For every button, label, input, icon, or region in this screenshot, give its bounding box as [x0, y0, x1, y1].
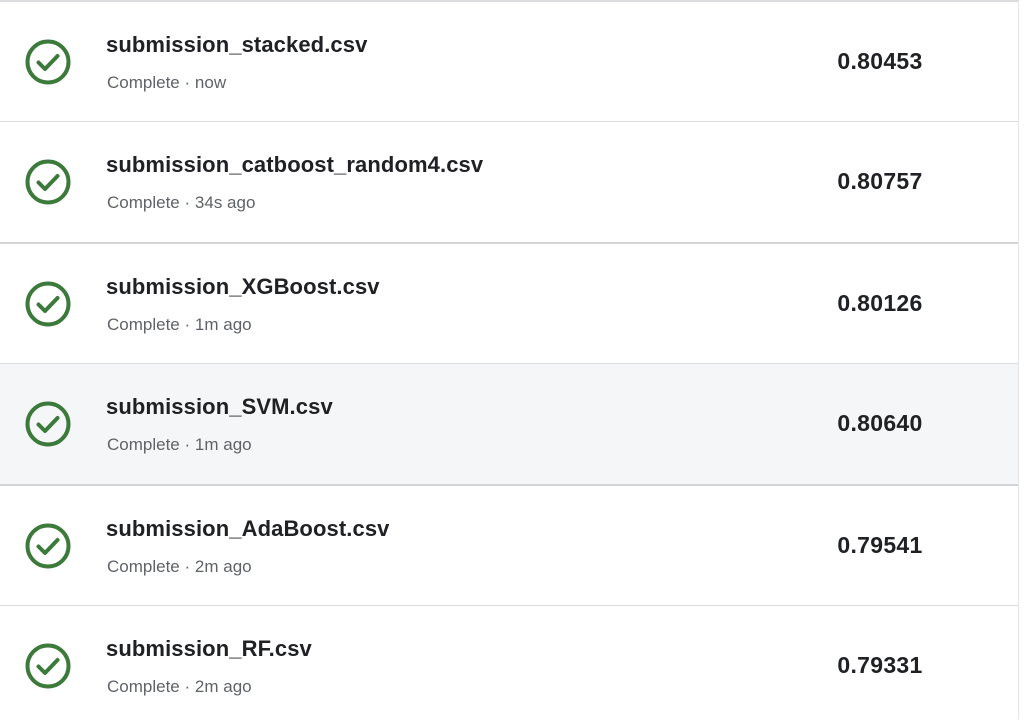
check-circle-icon: [24, 522, 72, 570]
check-circle-icon: [24, 642, 72, 690]
submission-row[interactable]: submission_RF.csv Complete · 2m ago 0.79…: [0, 605, 1018, 726]
submission-status: Complete · 2m ago: [107, 557, 252, 576]
submission-row[interactable]: submission_SVM.csv Complete · 1m ago 0.8…: [0, 363, 1018, 484]
check-circle-icon: [24, 38, 72, 86]
submission-score: 0.80757: [837, 168, 923, 194]
submission-row[interactable]: submission_catboost_random4.csv Complete…: [0, 121, 1018, 242]
submission-filename[interactable]: submission_AdaBoost.csv: [106, 516, 390, 542]
submission-status: Complete · 34s ago: [107, 193, 256, 212]
submission-status: Complete · 2m ago: [107, 677, 252, 696]
submission-filename[interactable]: submission_stacked.csv: [106, 32, 367, 58]
submission-status: Complete · 1m ago: [107, 315, 252, 334]
submission-row[interactable]: submission_XGBoost.csv Complete · 1m ago…: [0, 242, 1018, 363]
submission-score: 0.79331: [837, 652, 923, 678]
submission-score: 0.80640: [837, 410, 923, 436]
check-circle-icon: [24, 280, 72, 328]
submission-filename[interactable]: submission_XGBoost.csv: [106, 274, 380, 300]
submission-score: 0.79541: [837, 532, 923, 558]
check-circle-icon: [24, 400, 72, 448]
submission-row[interactable]: submission_stacked.csv Complete · now 0.…: [0, 0, 1018, 121]
submission-score: 0.80453: [837, 48, 923, 74]
submission-filename[interactable]: submission_RF.csv: [106, 636, 312, 662]
submission-row[interactable]: submission_AdaBoost.csv Complete · 2m ag…: [0, 484, 1018, 605]
submission-score: 0.80126: [837, 290, 923, 316]
submission-filename[interactable]: submission_catboost_random4.csv: [106, 152, 483, 178]
submission-status: Complete · 1m ago: [107, 435, 252, 454]
submission-filename[interactable]: submission_SVM.csv: [106, 394, 333, 420]
submissions-list: submission_stacked.csv Complete · now 0.…: [0, 0, 1019, 726]
check-circle-icon: [24, 158, 72, 206]
submission-status: Complete · now: [107, 73, 227, 92]
